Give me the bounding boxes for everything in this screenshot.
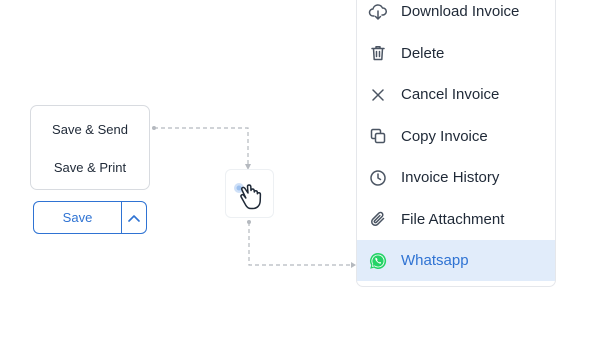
menu-item-invoice-history[interactable]: Invoice History	[357, 157, 555, 198]
menu-item-label: Whatsapp	[401, 252, 469, 269]
close-icon	[367, 84, 389, 106]
save-button[interactable]: Save	[34, 202, 121, 233]
cloud-download-icon	[367, 1, 389, 23]
menu-item-label: Invoice History	[401, 169, 500, 186]
save-split-button: Save	[33, 201, 147, 234]
menu-item-label: Copy Invoice	[401, 127, 488, 145]
click-indicator	[225, 169, 274, 218]
menu-item-download-invoice[interactable]: Download Invoice	[357, 0, 555, 32]
menu-item-copy-invoice[interactable]: Copy Invoice	[357, 116, 555, 157]
menu-item-whatsapp[interactable]: Whatsapp	[357, 240, 555, 281]
menu-item-label: Download Invoice	[401, 3, 520, 20]
invoice-actions-menu: Download Invoice Delete Cancel Invoice C…	[356, 0, 556, 287]
save-options-menu: Save & Send Save & Print	[30, 105, 150, 190]
menu-item-delete[interactable]: Delete	[357, 33, 555, 74]
menu-item-label: File Attachment	[401, 210, 505, 228]
whatsapp-icon	[367, 250, 389, 272]
chevron-up-icon	[128, 214, 140, 222]
save-and-print-option[interactable]: Save & Print	[31, 159, 149, 177]
clock-icon	[367, 167, 389, 189]
copy-icon	[367, 125, 389, 147]
menu-item-label: Delete	[401, 44, 445, 62]
menu-item-label: Cancel Invoice	[401, 86, 500, 103]
hand-pointer-icon	[234, 183, 262, 210]
paperclip-icon	[367, 208, 389, 230]
trash-icon	[367, 42, 389, 64]
menu-item-file-attachment[interactable]: File Attachment	[357, 199, 555, 240]
save-options-toggle[interactable]	[122, 202, 146, 233]
save-and-send-option[interactable]: Save & Send	[31, 121, 149, 139]
menu-item-cancel-invoice[interactable]: Cancel Invoice	[357, 74, 555, 115]
